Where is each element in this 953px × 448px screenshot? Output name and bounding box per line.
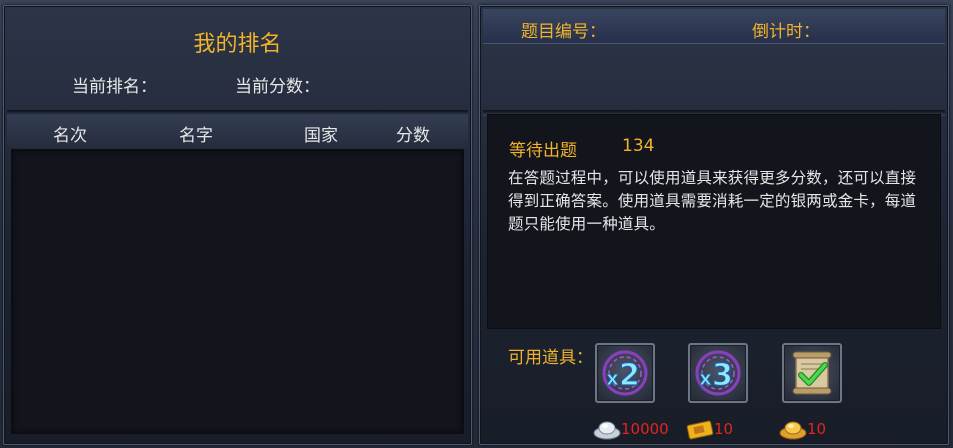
question-description: 在答题过程中，可以使用道具来获得更多分数，还可以直接得到正确答案。使用道具需要消… bbox=[508, 169, 917, 233]
triple-score-icon: x 3 bbox=[695, 350, 741, 396]
items-label: 可用道具： bbox=[508, 348, 593, 368]
ranking-table-header: 名次 名字 国家 分数 bbox=[7, 116, 468, 148]
column-score: 分数 bbox=[396, 126, 430, 146]
item-answer-scroll-button[interactable] bbox=[782, 343, 842, 403]
column-country: 国家 bbox=[304, 126, 338, 146]
item-double-score-button[interactable]: x 2 bbox=[595, 343, 655, 403]
current-rank-label: 当前排名： bbox=[72, 77, 157, 97]
cost-value: 10 bbox=[807, 420, 827, 438]
answer-scroll-icon bbox=[792, 351, 832, 395]
ranking-table-body[interactable] bbox=[11, 149, 464, 434]
current-score-label: 当前分数： bbox=[235, 77, 320, 97]
status-label: 等待出题 bbox=[509, 141, 577, 161]
quiz-header: 题目编号： 倒计时： bbox=[483, 9, 945, 44]
svg-text:x: x bbox=[606, 366, 619, 390]
countdown-label: 倒计时： bbox=[752, 22, 820, 42]
question-box: 等待出题 134 在答题过程中，可以使用道具来获得更多分数，还可以直接得到正确答… bbox=[487, 114, 941, 329]
svg-text:2: 2 bbox=[619, 358, 640, 393]
question-number-label: 题目编号： bbox=[521, 22, 606, 42]
column-rank: 名次 bbox=[53, 126, 87, 146]
gold-card-icon bbox=[686, 420, 714, 440]
svg-text:3: 3 bbox=[712, 358, 733, 393]
column-name: 名字 bbox=[179, 126, 213, 146]
status-value: 134 bbox=[622, 136, 655, 156]
double-score-icon: x 2 bbox=[602, 350, 648, 396]
silver-ingot-icon bbox=[593, 421, 621, 440]
gold-ingot-icon bbox=[779, 421, 807, 440]
cost-value: 10 bbox=[714, 420, 734, 438]
svg-text:x: x bbox=[699, 366, 712, 390]
ranking-panel: 我的排名 当前排名： 当前分数： 名次 名字 国家 分数 bbox=[3, 5, 472, 445]
cost-value: 10000 bbox=[621, 420, 669, 438]
quiz-panel: 题目编号： 倒计时： 等待出题 134 在答题过程中，可以使用道具来获得更多分数… bbox=[479, 5, 949, 445]
ranking-title: 我的排名 bbox=[193, 32, 282, 57]
item-triple-score-button[interactable]: x 3 bbox=[688, 343, 748, 403]
